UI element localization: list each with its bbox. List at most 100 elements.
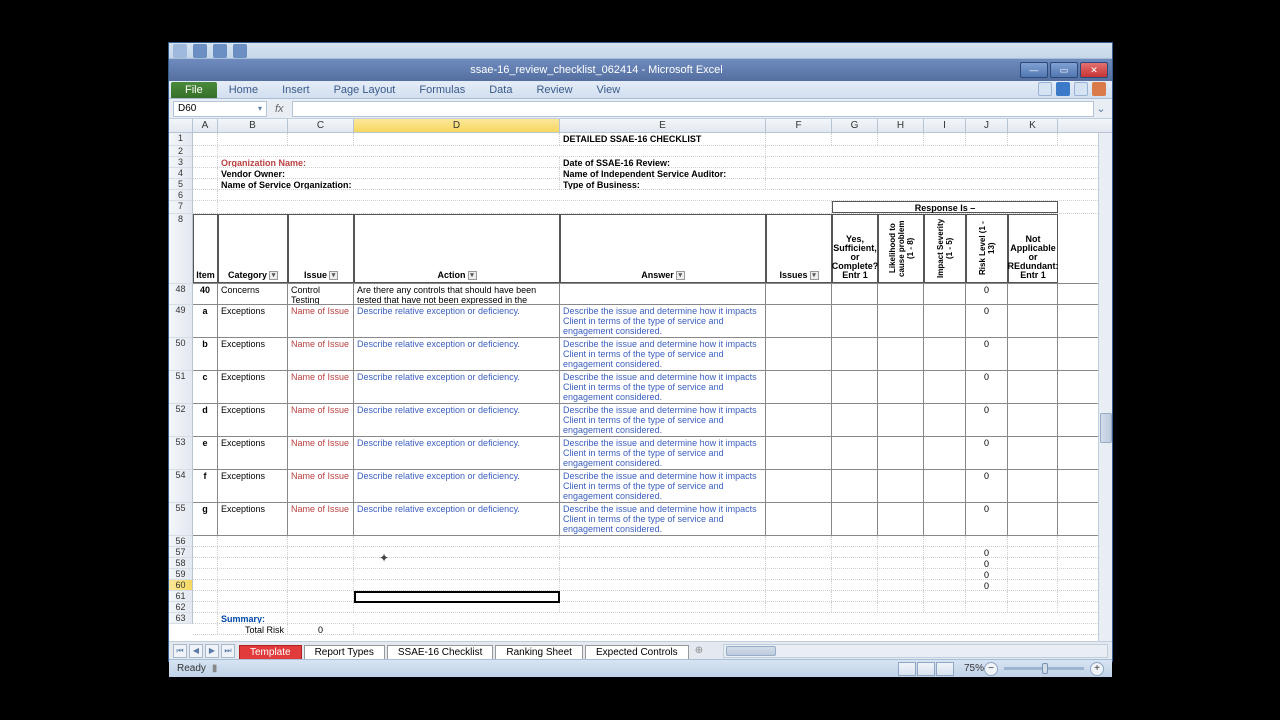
- row-header[interactable]: 61: [169, 591, 193, 602]
- cells[interactable]: DETAILED SSAE-16 CHECKLIST Organization …: [193, 133, 1098, 641]
- hdr-h[interactable]: Likelihood to cause problem (1 - 8): [878, 214, 924, 283]
- row-header[interactable]: 58: [169, 558, 193, 569]
- row-header[interactable]: 53: [169, 437, 193, 470]
- tab-review[interactable]: Review: [524, 82, 584, 98]
- zoom-slider[interactable]: [1004, 667, 1084, 670]
- minimize-button[interactable]: —: [1020, 62, 1048, 78]
- filter-icon[interactable]: ▾: [329, 271, 338, 280]
- row-header[interactable]: 1: [169, 133, 193, 146]
- normal-view-button[interactable]: [898, 662, 916, 676]
- col-b[interactable]: B: [218, 119, 288, 132]
- table-row[interactable]: aExceptionsName of IssueDescribe relativ…: [193, 305, 1098, 338]
- sheet-tab-template[interactable]: Template: [239, 645, 302, 659]
- col-c[interactable]: C: [288, 119, 354, 132]
- page-break-button[interactable]: [936, 662, 954, 676]
- row-header[interactable]: 2: [169, 146, 193, 157]
- row-header[interactable]: 54: [169, 470, 193, 503]
- row-header[interactable]: 49: [169, 305, 193, 338]
- table-row[interactable]: 40ConcernsControl TestingAre there any c…: [193, 284, 1098, 305]
- scrollbar-thumb[interactable]: [726, 646, 776, 656]
- close-button[interactable]: ✕: [1080, 62, 1108, 78]
- col-e[interactable]: E: [560, 119, 766, 132]
- new-sheet-icon[interactable]: ⊕: [695, 645, 703, 656]
- filter-icon[interactable]: ▾: [810, 271, 819, 280]
- next-sheet-button[interactable]: ▶: [205, 644, 219, 658]
- table-row[interactable]: bExceptionsName of IssueDescribe relativ…: [193, 338, 1098, 371]
- expand-formula-icon[interactable]: ⌄: [1094, 102, 1108, 115]
- chevron-down-icon[interactable]: ▾: [258, 104, 262, 113]
- filter-icon[interactable]: ▾: [468, 271, 477, 280]
- row-header[interactable]: 6: [169, 190, 193, 201]
- zoom-level[interactable]: 75%: [964, 663, 984, 674]
- table-row[interactable]: [193, 602, 1098, 613]
- col-g[interactable]: G: [832, 119, 878, 132]
- row-header[interactable]: 7: [169, 201, 193, 214]
- minimize-ribbon-icon[interactable]: [1038, 82, 1052, 96]
- close-workbook-icon[interactable]: [1092, 82, 1106, 96]
- row-header[interactable]: 57: [169, 547, 193, 558]
- tab-view[interactable]: View: [585, 82, 633, 98]
- col-a[interactable]: A: [193, 119, 218, 132]
- table-row[interactable]: 0: [193, 580, 1098, 591]
- filter-icon[interactable]: ▾: [269, 271, 278, 280]
- row-header[interactable]: 48: [169, 284, 193, 305]
- first-sheet-button[interactable]: ⏮: [173, 644, 187, 658]
- col-h[interactable]: H: [878, 119, 924, 132]
- save-icon[interactable]: [193, 44, 207, 58]
- vertical-scrollbar[interactable]: [1098, 133, 1112, 641]
- row-header[interactable]: 63: [169, 613, 193, 624]
- redo-icon[interactable]: [233, 44, 247, 58]
- zoom-in-button[interactable]: +: [1090, 662, 1104, 676]
- row-header[interactable]: 50: [169, 338, 193, 371]
- last-sheet-button[interactable]: ⏭: [221, 644, 235, 658]
- table-row[interactable]: 0: [193, 558, 1098, 569]
- row-header[interactable]: 51: [169, 371, 193, 404]
- row-header[interactable]: 55: [169, 503, 193, 536]
- table-row[interactable]: dExceptionsName of IssueDescribe relativ…: [193, 404, 1098, 437]
- row-header[interactable]: 60: [169, 580, 193, 591]
- zoom-handle[interactable]: [1042, 663, 1048, 674]
- hdr-g[interactable]: Yes, Sufficient, or Complete? Entr 1: [832, 214, 878, 283]
- page-layout-button[interactable]: [917, 662, 935, 676]
- prev-sheet-button[interactable]: ◀: [189, 644, 203, 658]
- hdr-category[interactable]: Category▾: [218, 214, 288, 283]
- table-row[interactable]: [193, 536, 1098, 547]
- horizontal-scrollbar[interactable]: [723, 644, 1108, 658]
- formula-input[interactable]: [292, 101, 1094, 117]
- sheet-tab-report-types[interactable]: Report Types: [304, 645, 385, 659]
- table-row[interactable]: cExceptionsName of IssueDescribe relativ…: [193, 371, 1098, 404]
- table-row[interactable]: gExceptionsName of IssueDescribe relativ…: [193, 503, 1098, 536]
- worksheet-area[interactable]: A B C D E F G H I J K 123456784849505152…: [169, 119, 1112, 641]
- table-row[interactable]: 0: [193, 547, 1098, 558]
- undo-icon[interactable]: [213, 44, 227, 58]
- hdr-j[interactable]: Risk Level (1 - 13): [966, 214, 1008, 283]
- hdr-item[interactable]: Item: [193, 214, 218, 283]
- table-row[interactable]: eExceptionsName of IssueDescribe relativ…: [193, 437, 1098, 470]
- hdr-action[interactable]: Action▾: [354, 214, 560, 283]
- table-row[interactable]: 0: [193, 569, 1098, 580]
- zoom-out-button[interactable]: −: [984, 662, 998, 676]
- row-header[interactable]: 5: [169, 179, 193, 190]
- tab-pagelayout[interactable]: Page Layout: [322, 82, 408, 98]
- row-header[interactable]: 59: [169, 569, 193, 580]
- tab-insert[interactable]: Insert: [270, 82, 322, 98]
- sheet-tab-checklist[interactable]: SSAE-16 Checklist: [387, 645, 493, 659]
- col-k[interactable]: K: [1008, 119, 1058, 132]
- restore-workbook-icon[interactable]: [1074, 82, 1088, 96]
- hdr-issues[interactable]: Issues▾: [766, 214, 832, 283]
- sheet-tab-controls[interactable]: Expected Controls: [585, 645, 689, 659]
- row-header[interactable]: 3: [169, 157, 193, 168]
- col-i[interactable]: I: [924, 119, 966, 132]
- row-header[interactable]: 4: [169, 168, 193, 179]
- col-d[interactable]: D: [354, 119, 560, 132]
- row-header[interactable]: 62: [169, 602, 193, 613]
- col-f[interactable]: F: [766, 119, 832, 132]
- select-all-corner[interactable]: [169, 119, 193, 132]
- table-row[interactable]: [193, 591, 1098, 602]
- sheet-tab-ranking[interactable]: Ranking Sheet: [495, 645, 583, 659]
- tab-data[interactable]: Data: [477, 82, 524, 98]
- tab-home[interactable]: Home: [217, 82, 270, 98]
- hdr-i[interactable]: Impact Severity (1 - 5): [924, 214, 966, 283]
- hdr-answer[interactable]: Answer▾: [560, 214, 766, 283]
- maximize-button[interactable]: ▭: [1050, 62, 1078, 78]
